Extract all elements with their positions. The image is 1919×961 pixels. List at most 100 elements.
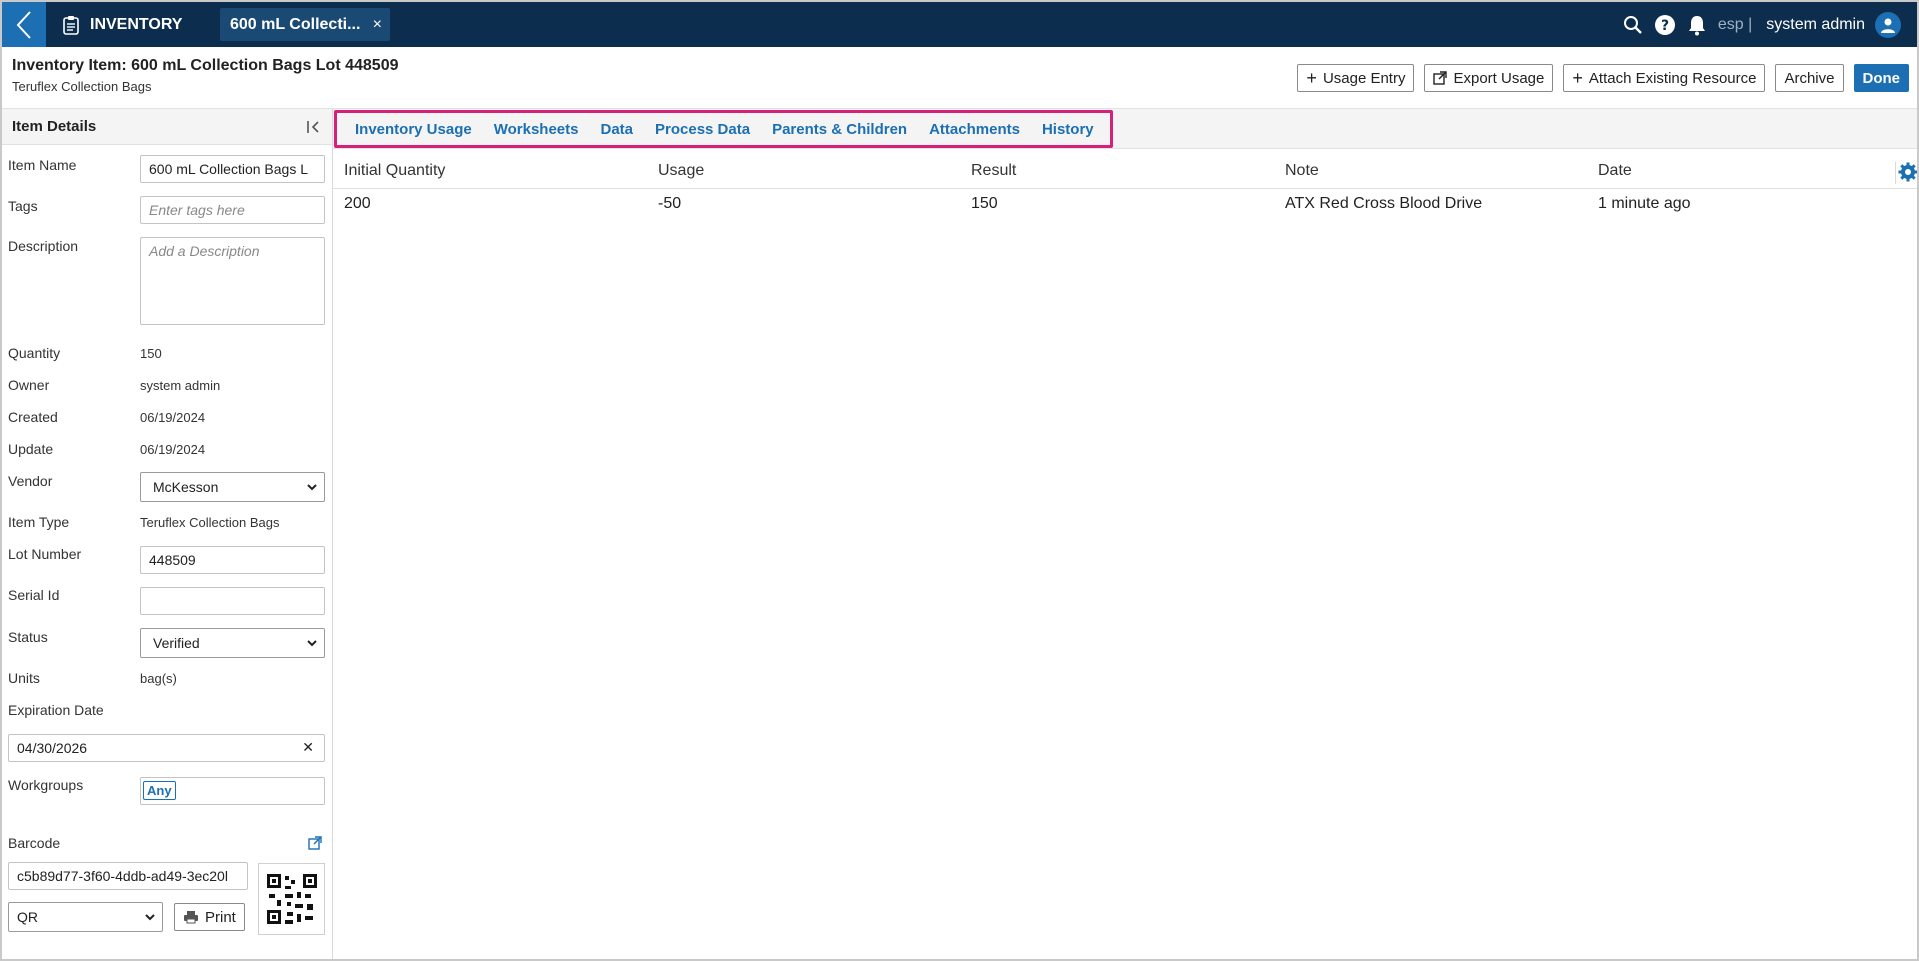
update-value: 06/19/2024 [140, 442, 206, 457]
column-header-initial-quantity[interactable]: Initial Quantity [344, 162, 445, 180]
avatar-icon[interactable] [1875, 11, 1901, 38]
description-field[interactable]: Add a Description [140, 237, 325, 325]
barcode-field[interactable]: c5b89d77-3f60-4ddb-ad49-3ec20l [8, 862, 248, 890]
expiration-date-value: 04/30/2026 [17, 740, 88, 756]
workgroups-field[interactable]: Any [140, 777, 325, 805]
language-switch[interactable]: esp | [1718, 16, 1752, 34]
tab-history[interactable]: History [1042, 121, 1094, 138]
expiration-date-label: Expiration Date [8, 702, 104, 718]
usage-table: Initial Quantity Usage Result Note Date … [333, 159, 1917, 225]
column-header-note[interactable]: Note [1285, 162, 1319, 180]
printer-icon [184, 911, 198, 924]
gear-icon[interactable] [1895, 162, 1917, 184]
print-button[interactable]: Print [174, 903, 245, 931]
item-details-panel: Item Details Item Name 600 mL Collection… [2, 109, 333, 959]
attach-resource-button[interactable]: + Attach Existing Resource [1563, 64, 1766, 92]
item-name-field[interactable]: 600 mL Collection Bags L [140, 155, 325, 183]
chevron-down-icon [307, 640, 317, 647]
document-tab[interactable]: 600 mL Collecti... × [220, 8, 390, 41]
svg-text:?: ? [1661, 18, 1669, 34]
qr-code-icon [266, 874, 317, 924]
user-name[interactable]: system admin [1766, 16, 1865, 34]
tab-inventory-usage[interactable]: Inventory Usage [355, 121, 472, 138]
page-subtitle: Teruflex Collection Bags [12, 79, 152, 94]
print-label: Print [205, 908, 236, 926]
done-button[interactable]: Done [1853, 64, 1909, 92]
tags-label: Tags [8, 198, 38, 214]
app-tab-inventory[interactable]: INVENTORY [54, 8, 188, 41]
column-header-result[interactable]: Result [971, 162, 1016, 180]
barcode-label: Barcode [8, 835, 61, 851]
archive-button[interactable]: Archive [1775, 64, 1844, 92]
units-label: Units [8, 670, 40, 686]
quantity-label: Quantity [8, 345, 61, 361]
status-label: Status [8, 629, 48, 645]
close-icon[interactable]: × [373, 16, 382, 34]
barcode-type-select[interactable]: QR [8, 902, 163, 932]
tab-data[interactable]: Data [600, 121, 633, 138]
vendor-label: Vendor [8, 473, 53, 489]
back-button[interactable] [2, 2, 46, 47]
qr-code-preview [258, 863, 325, 935]
plus-icon: + [1572, 68, 1583, 88]
item-type-label: Item Type [8, 514, 70, 530]
serial-id-label: Serial Id [8, 587, 60, 603]
status-selected: Verified [153, 635, 200, 651]
tab-parents-children[interactable]: Parents & Children [772, 121, 907, 138]
usage-entry-label: Usage Entry [1322, 69, 1406, 87]
tab-process-data[interactable]: Process Data [655, 121, 750, 138]
clipboard-icon [63, 15, 79, 35]
external-link-icon[interactable] [308, 836, 322, 850]
vendor-selected: McKesson [153, 479, 219, 495]
external-link-icon [1433, 71, 1448, 85]
export-usage-label: Export Usage [1453, 69, 1545, 87]
chevron-left-icon [16, 10, 31, 39]
cell-result: 150 [971, 195, 998, 212]
lot-number-label: Lot Number [8, 546, 82, 562]
column-header-date[interactable]: Date [1598, 162, 1632, 180]
lot-number-field[interactable]: 448509 [140, 546, 325, 574]
help-icon[interactable]: ? [1654, 14, 1676, 36]
tags-input[interactable]: Enter tags here [140, 196, 325, 224]
usage-entry-button[interactable]: + Usage Entry [1297, 64, 1415, 92]
item-type-value: Teruflex Collection Bags [140, 515, 280, 530]
cell-note: ATX Red Cross Blood Drive [1285, 195, 1483, 212]
owner-label: Owner [8, 377, 50, 393]
vendor-select[interactable]: McKesson [140, 472, 325, 502]
created-value: 06/19/2024 [140, 410, 206, 425]
workgroups-label: Workgroups [8, 777, 84, 793]
serial-id-field[interactable] [140, 587, 325, 615]
tabs-bar: Inventory Usage Worksheets Data Process … [333, 109, 1917, 149]
plus-icon: + [1306, 68, 1317, 88]
quantity-value: 150 [140, 346, 162, 361]
item-name-label: Item Name [8, 157, 77, 173]
app-name: INVENTORY [90, 15, 183, 33]
status-select[interactable]: Verified [140, 628, 325, 658]
header-actions: + Usage Entry Export Usage + Attach Exis… [1297, 64, 1909, 92]
export-usage-button[interactable]: Export Usage [1424, 64, 1554, 92]
tab-attachments[interactable]: Attachments [929, 121, 1020, 138]
units-value: bag(s) [140, 671, 177, 686]
cell-usage: -50 [658, 195, 682, 212]
table-row[interactable]: 200 -50 150 ATX Red Cross Blood Drive 1 … [333, 189, 1917, 225]
document-tab-label: 600 mL Collecti... [230, 15, 361, 33]
chevron-down-icon [145, 914, 155, 921]
column-header-usage[interactable]: Usage [658, 162, 704, 180]
search-icon[interactable] [1622, 14, 1644, 36]
collapse-panel-icon[interactable] [306, 120, 322, 134]
expiration-date-field[interactable]: 04/30/2026 ✕ [8, 734, 325, 762]
cell-date: 1 minute ago [1598, 195, 1691, 212]
description-label: Description [8, 238, 79, 254]
owner-value: system admin [140, 378, 221, 393]
table-header: Initial Quantity Usage Result Note Date [333, 159, 1917, 189]
clear-date-icon[interactable]: ✕ [302, 739, 314, 756]
workgroup-chip[interactable]: Any [143, 781, 176, 800]
bell-icon[interactable] [1686, 14, 1708, 36]
tab-worksheets[interactable]: Worksheets [494, 121, 579, 138]
barcode-type-selected: QR [17, 909, 38, 925]
app-window: INVENTORY 600 mL Collecti... × ? esp | s… [0, 0, 1919, 961]
item-details-header: Item Details [2, 109, 332, 145]
page-title: Inventory Item: 600 mL Collection Bags L… [12, 57, 399, 74]
top-bar: INVENTORY 600 mL Collecti... × ? esp | s… [2, 2, 1917, 47]
cell-initial-quantity: 200 [344, 195, 371, 212]
